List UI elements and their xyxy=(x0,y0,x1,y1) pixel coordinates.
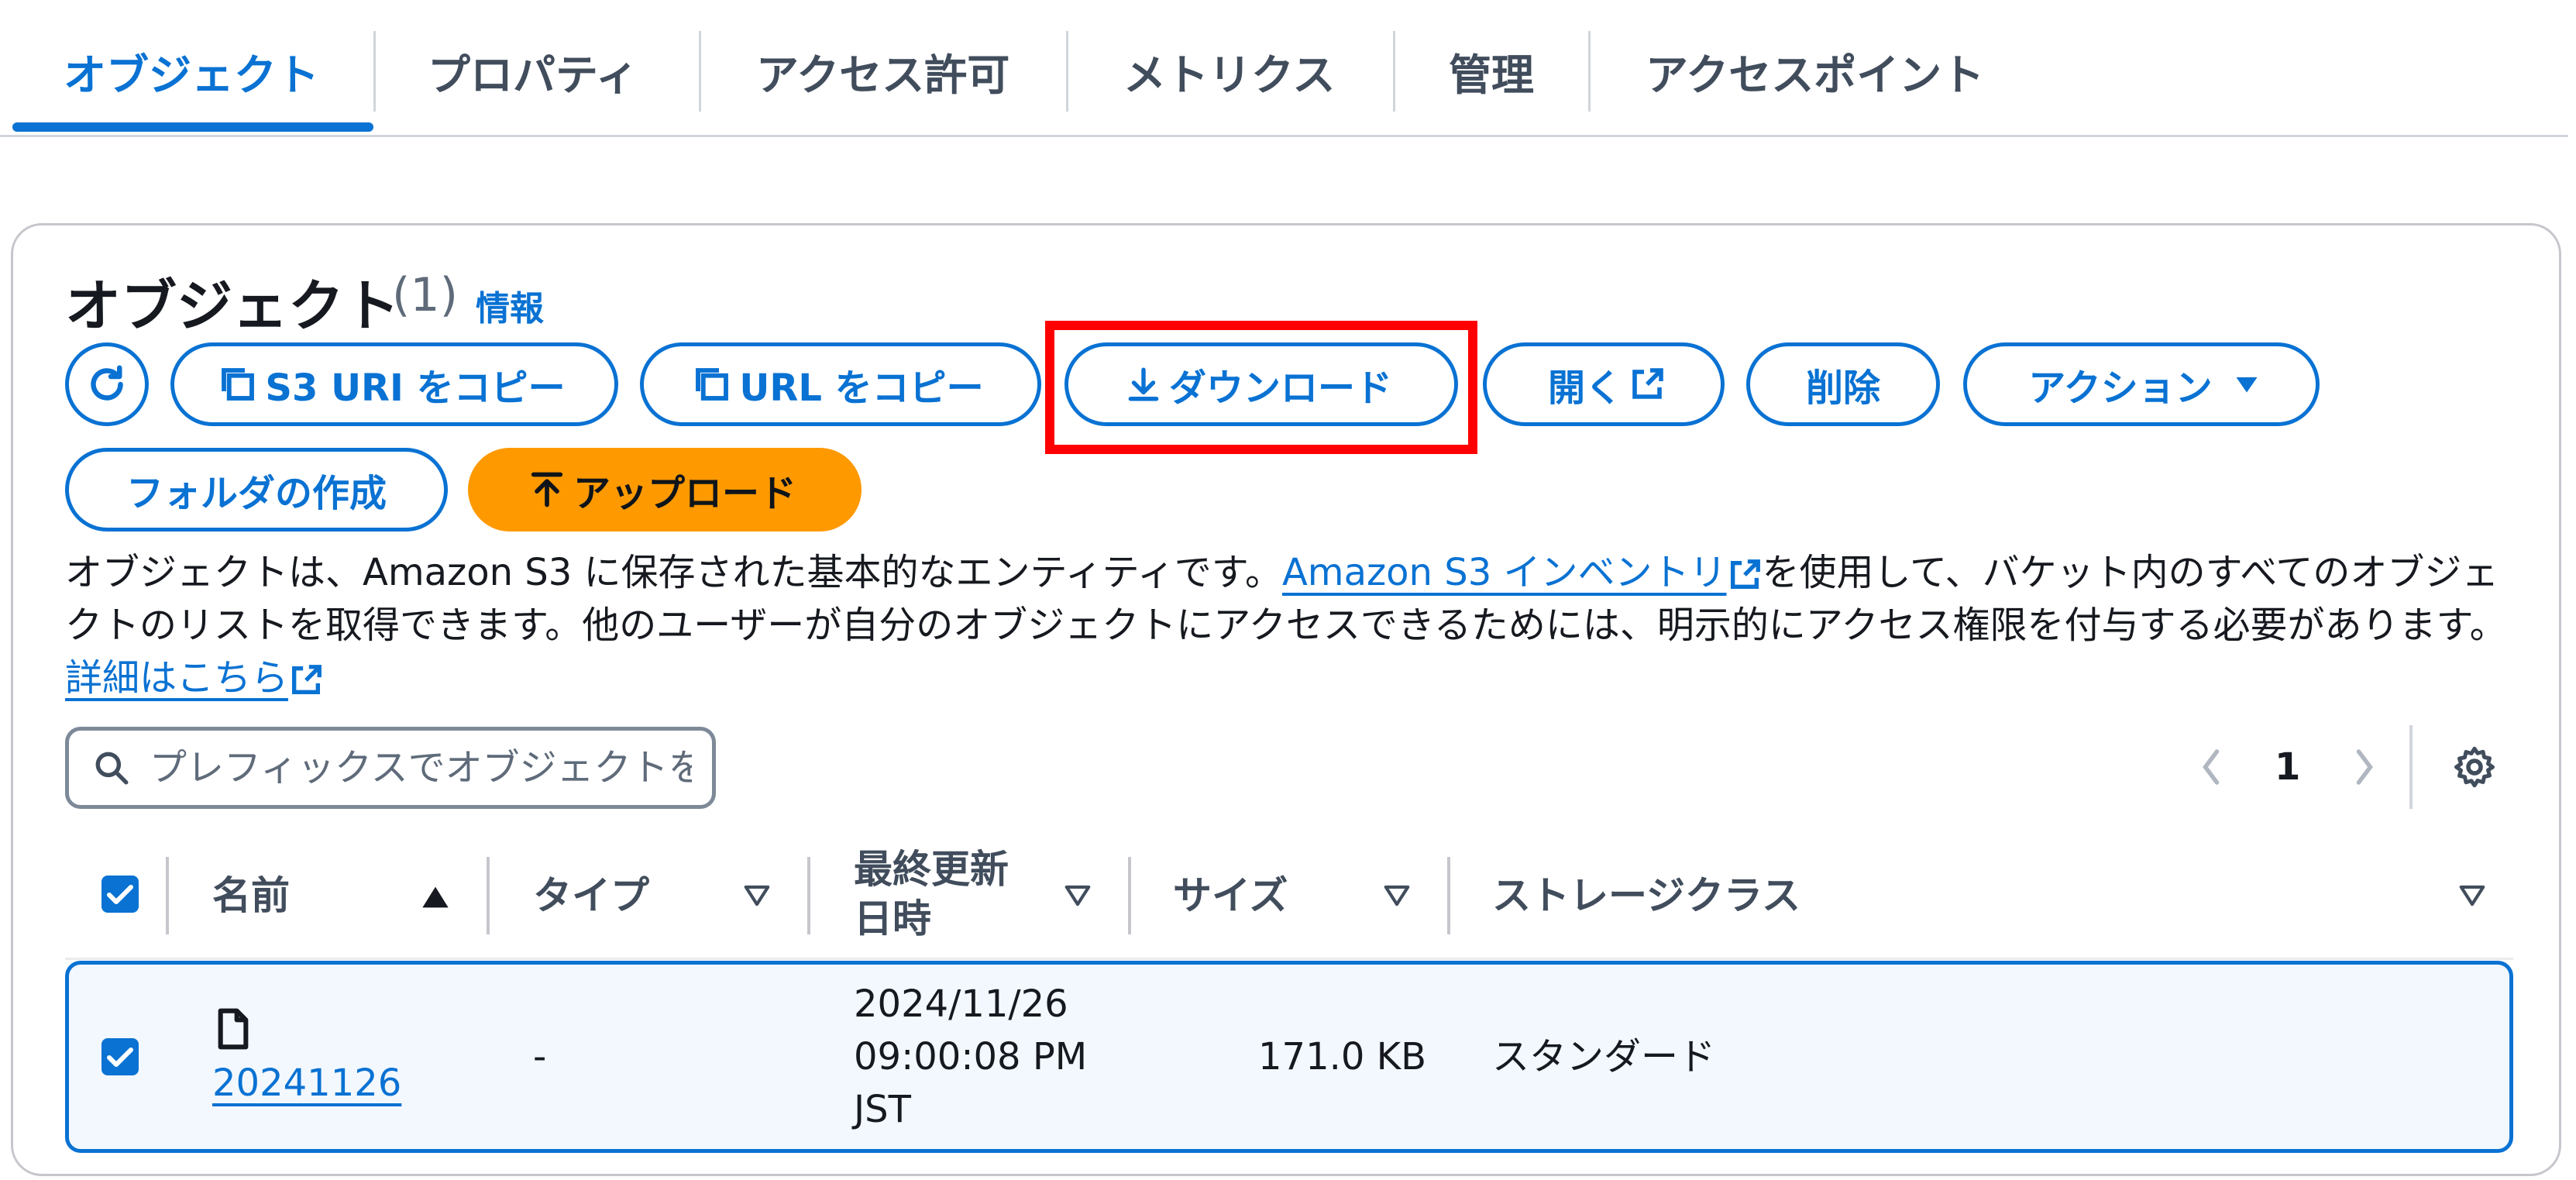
column-divider xyxy=(487,857,490,934)
checkmark-icon xyxy=(107,1048,133,1067)
column-divider xyxy=(166,857,169,934)
delete-button[interactable]: 削除 xyxy=(1746,342,1940,426)
tab-divider xyxy=(373,31,376,112)
next-page-icon[interactable] xyxy=(2347,744,2382,790)
actions-label: アクション xyxy=(2028,366,2213,410)
column-header-storage-class[interactable]: ストレージクラス xyxy=(1492,871,1800,920)
sort-caret-icon[interactable] xyxy=(1382,883,1412,908)
current-page-number[interactable]: 1 xyxy=(2275,745,2300,789)
external-link-icon xyxy=(291,665,322,695)
sort-caret-icon[interactable] xyxy=(742,883,772,908)
open-label: 開く xyxy=(1547,366,1622,410)
pager-divider xyxy=(2409,725,2413,809)
column-header-modified[interactable]: 最終更新 日時 xyxy=(854,845,1009,944)
tab-management[interactable]: 管理 xyxy=(1449,40,1534,102)
object-count: (1) xyxy=(392,268,458,322)
object-type: - xyxy=(533,1035,547,1079)
create-folder-label: フォルダの作成 xyxy=(126,472,387,515)
description-part1: オブジェクトは、Amazon S3 に保存された基本的なエンティティです。 xyxy=(65,551,1282,594)
sort-caret-icon[interactable] xyxy=(2457,883,2487,908)
copy-url-label: URL をコピー xyxy=(739,366,984,410)
copy-s3-uri-button[interactable]: S3 URI をコピー xyxy=(170,342,618,426)
column-header-type[interactable]: タイプ xyxy=(533,871,649,920)
search-box[interactable] xyxy=(65,727,716,809)
tab-properties[interactable]: プロパティ xyxy=(428,40,638,102)
file-icon xyxy=(218,1008,249,1050)
column-divider xyxy=(1447,857,1450,934)
tab-bar: オブジェクト プロパティ アクセス許可 メトリクス 管理 アクセスポイント xyxy=(0,0,2568,137)
tab-metrics[interactable]: メトリクス xyxy=(1123,40,1335,102)
panel-title: オブジェクト xyxy=(65,273,401,339)
object-size: 171.0 KB xyxy=(1258,1035,1427,1079)
delete-label: 削除 xyxy=(1805,366,1880,410)
inventory-link[interactable]: Amazon S3 インベントリ xyxy=(1282,551,1727,594)
object-storage-class: スタンダード xyxy=(1492,1035,1716,1079)
column-divider xyxy=(1128,857,1131,934)
tab-permissions[interactable]: アクセス許可 xyxy=(756,40,1009,102)
checkmark-icon xyxy=(107,885,133,904)
upload-icon xyxy=(531,472,563,507)
object-modified-time: 09:00:08 PM xyxy=(854,1035,1088,1079)
table-header-divider xyxy=(65,958,2513,960)
tab-divider xyxy=(1393,31,1395,112)
tab-divider xyxy=(699,31,701,112)
download-highlight-box xyxy=(1045,321,1477,454)
previous-page-icon[interactable] xyxy=(2194,744,2228,790)
copy-icon xyxy=(222,368,255,401)
select-all-checkbox[interactable] xyxy=(101,876,139,913)
description-text: オブジェクトは、Amazon S3 に保存された基本的なエンティティです。Ama… xyxy=(65,546,2513,704)
active-tab-indicator xyxy=(12,122,373,132)
upload-button[interactable]: アップロード xyxy=(468,448,862,532)
copy-icon xyxy=(696,368,729,401)
gear-icon[interactable] xyxy=(2451,744,2498,790)
column-header-modified-line2: 日時 xyxy=(854,896,931,941)
object-name-link[interactable]: 20241126 xyxy=(212,1057,401,1109)
external-link-icon xyxy=(1730,559,1760,590)
info-link[interactable]: 情報 xyxy=(476,280,544,330)
caret-down-icon xyxy=(2236,377,2258,393)
row-checkbox[interactable] xyxy=(101,1038,139,1075)
object-modified-timezone: JST xyxy=(854,1088,911,1131)
search-input[interactable] xyxy=(148,745,693,790)
external-link-icon xyxy=(1632,368,1663,399)
learn-more-link[interactable]: 詳細はこちら xyxy=(65,656,288,700)
refresh-icon xyxy=(91,365,123,401)
sort-ascending-icon[interactable] xyxy=(420,883,451,911)
column-header-modified-line1: 最終更新 xyxy=(854,847,1009,892)
column-header-name[interactable]: 名前 xyxy=(212,871,290,920)
refresh-button[interactable] xyxy=(65,342,149,426)
create-folder-button[interactable]: フォルダの作成 xyxy=(65,448,448,532)
copy-url-button[interactable]: URL をコピー xyxy=(640,342,1041,426)
copy-s3-uri-label: S3 URI をコピー xyxy=(265,366,566,410)
column-divider xyxy=(807,857,810,934)
tab-access-points[interactable]: アクセスポイント xyxy=(1646,40,1984,102)
object-modified-date: 2024/11/26 xyxy=(854,982,1068,1026)
tab-divider xyxy=(1066,31,1068,112)
open-button[interactable]: 開く xyxy=(1483,342,1725,426)
column-header-size[interactable]: サイズ xyxy=(1173,871,1288,920)
search-icon xyxy=(95,752,129,785)
tab-objects[interactable]: オブジェクト xyxy=(64,40,319,102)
actions-dropdown-button[interactable]: アクション xyxy=(1963,342,2320,426)
sort-caret-icon[interactable] xyxy=(1063,883,1092,908)
tab-divider xyxy=(1588,31,1591,112)
upload-label: アップロード xyxy=(573,472,796,515)
